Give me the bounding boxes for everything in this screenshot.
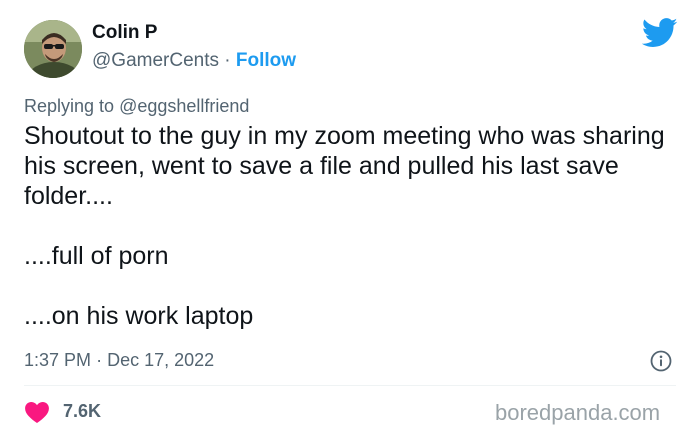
author-handle[interactable]: @GamerCents	[92, 50, 219, 71]
heart-icon[interactable]	[24, 400, 50, 424]
avatar[interactable]	[24, 20, 82, 78]
tweet-paragraph-1: Shoutout to the guy in my zoom meeting w…	[24, 122, 665, 210]
replying-to: Replying to @eggshellfriend	[24, 96, 249, 117]
tweet-date: Dec 17, 2022	[107, 350, 215, 370]
handle-separator: ·	[224, 50, 231, 71]
avatar-image	[24, 20, 82, 78]
replying-prefix: Replying to	[24, 96, 115, 116]
tweet-time: 1:37 PM	[24, 350, 92, 370]
tweet-paragraph-3: ....on his work laptop	[24, 302, 254, 330]
tweet-timestamp[interactable]: 1:37 PM · Dec 17, 2022	[24, 350, 214, 371]
watermark: boredpanda.com	[495, 400, 661, 425]
timestamp-separator: ·	[96, 350, 103, 370]
like-count[interactable]: 7.6K	[63, 401, 101, 422]
tweet-text: Shoutout to the guy in my zoom meeting w…	[24, 121, 674, 331]
author-name[interactable]: Colin P	[92, 22, 157, 44]
divider	[24, 385, 676, 386]
tweet-paragraph-2: ....full of porn	[24, 242, 169, 270]
follow-button[interactable]: Follow	[236, 50, 296, 71]
tweet-card: Colin P @GamerCents · Follow Replying to…	[0, 0, 700, 441]
author-handle-row: @GamerCents · Follow	[92, 50, 296, 72]
twitter-bird-icon[interactable]	[642, 18, 678, 48]
info-icon[interactable]	[650, 350, 672, 372]
reply-mention-link[interactable]: @eggshellfriend	[119, 96, 249, 116]
